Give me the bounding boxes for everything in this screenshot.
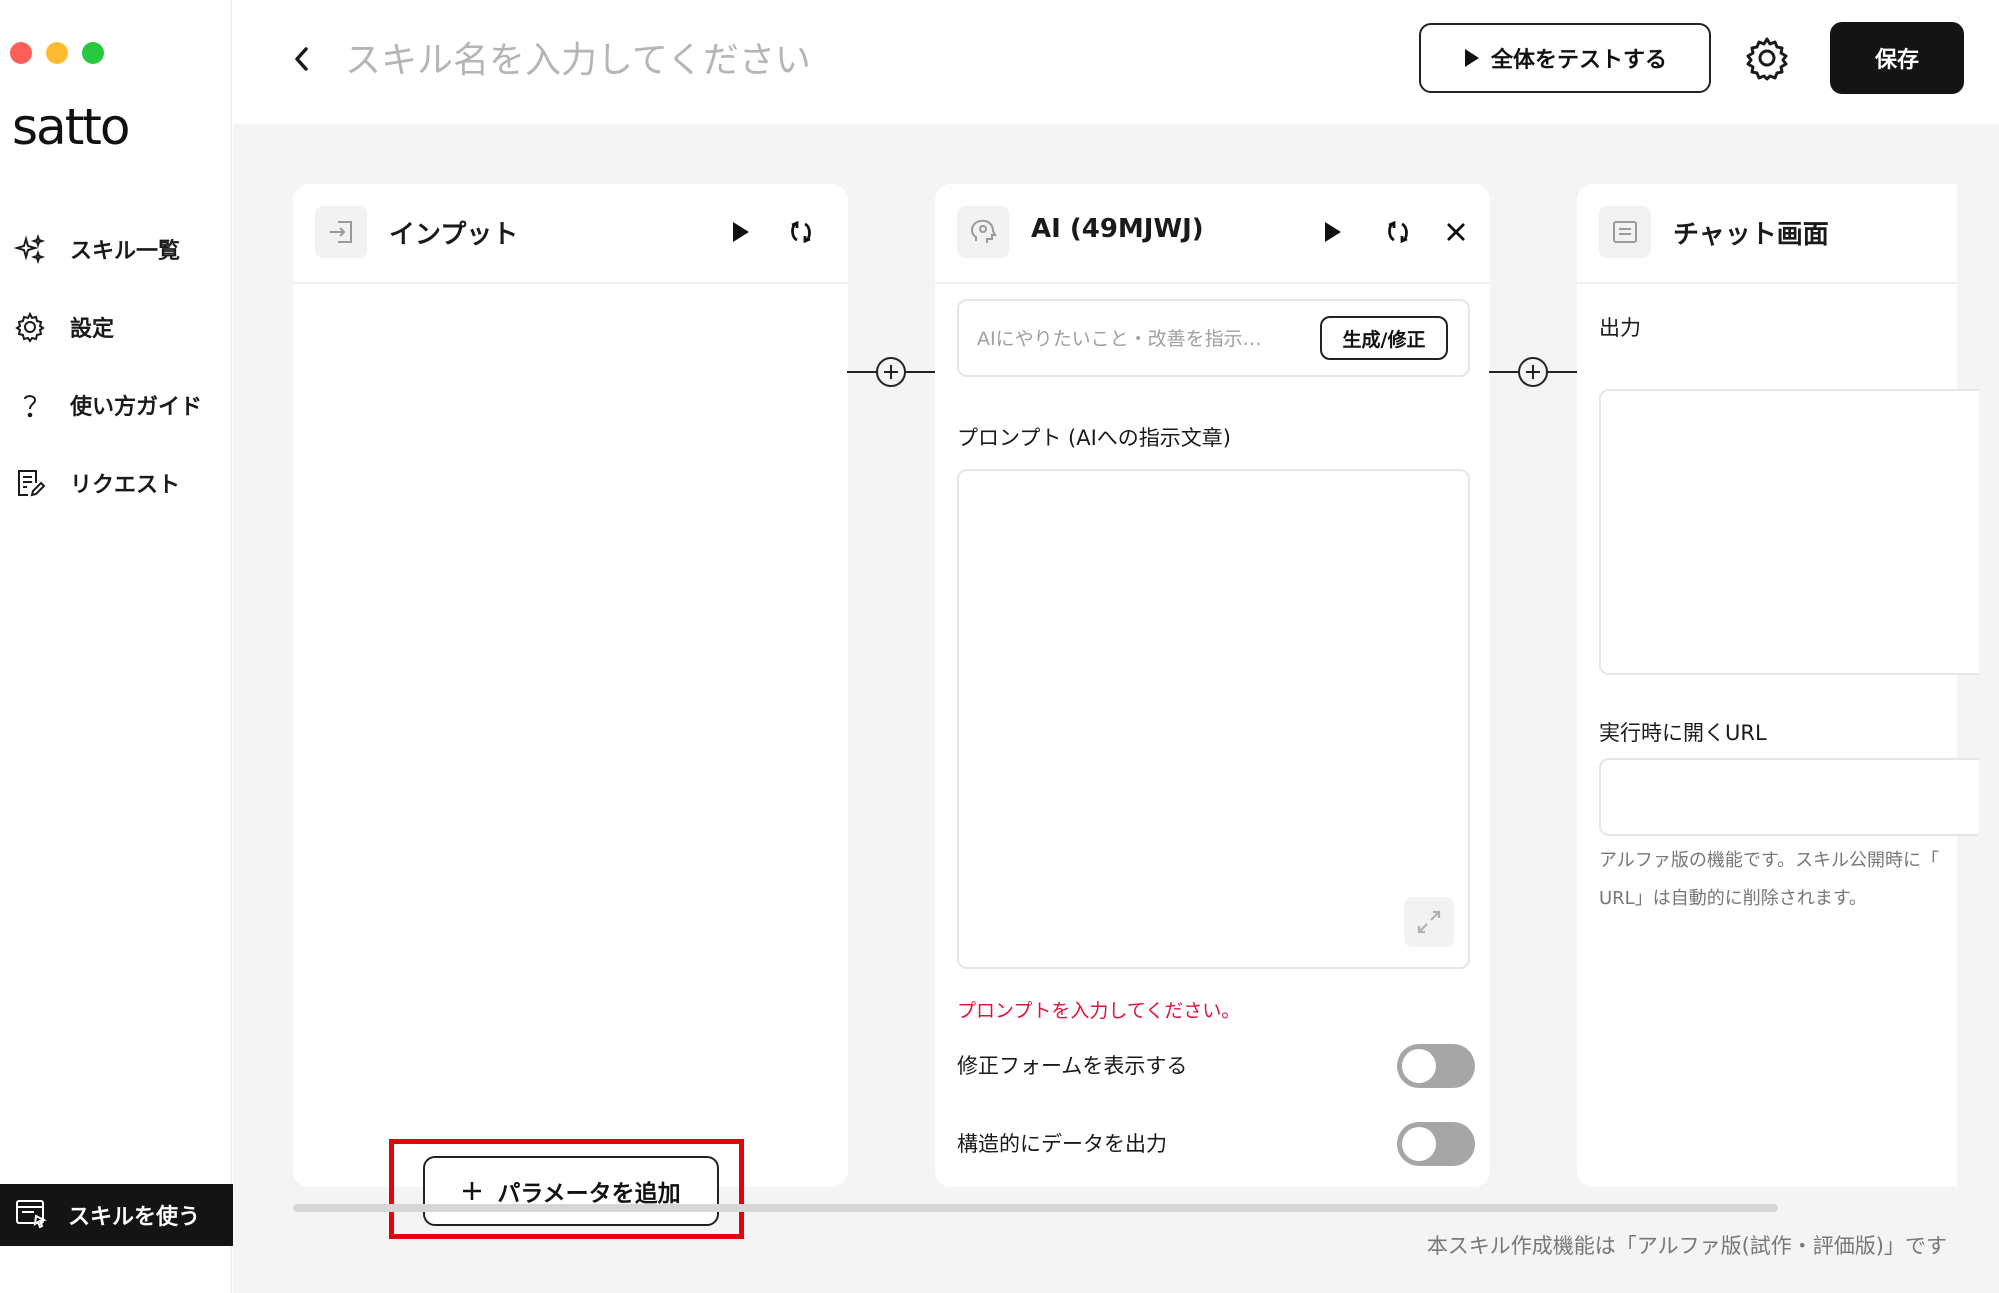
window-controls — [10, 42, 104, 64]
sidebar-item-settings[interactable]: 設定 — [12, 288, 202, 366]
play-icon — [1464, 49, 1479, 67]
alpha-feature-note-line1: アルファ版の機能です。スキル公開時に「 — [1599, 850, 1940, 871]
add-node-connector[interactable] — [1489, 354, 1577, 390]
ai-brain-icon — [957, 206, 1009, 258]
add-parameter-button[interactable]: パラメータを追加 — [423, 1156, 719, 1226]
sidebar-item-label: スキル一覧 — [70, 239, 181, 264]
input-icon — [315, 206, 367, 258]
alpha-version-notice: 本スキル作成機能は「アルファ版(試作・評価版)」です — [1426, 1234, 1947, 1258]
input-card-title: インプット — [389, 220, 519, 250]
test-all-label: 全体をテストする — [1490, 48, 1667, 73]
play-icon — [733, 222, 749, 242]
test-all-button[interactable]: 全体をテストする — [1419, 23, 1711, 93]
reset-input-button[interactable] — [783, 214, 819, 250]
output-label: 出力 — [1599, 316, 1641, 340]
sparkles-icon — [12, 231, 48, 267]
sidebar-nav: スキル一覧 設定 使い方ガイド リクエスト — [12, 210, 202, 522]
add-node-connector[interactable] — [847, 354, 935, 390]
refresh-icon — [1388, 220, 1408, 244]
app-window: satto スキル一覧 設定 使い方ガイド リクエスト スキルを使う スキル名を… — [0, 0, 1999, 1293]
plus-icon — [463, 1182, 482, 1200]
back-button[interactable] — [285, 42, 319, 76]
structured-output-toggle[interactable] — [1397, 1122, 1475, 1166]
save-button[interactable]: 保存 — [1830, 22, 1964, 94]
expand-button[interactable] — [1404, 897, 1454, 947]
app-logo: satto — [12, 98, 130, 156]
run-ai-button[interactable] — [1315, 214, 1351, 250]
ai-instruction-box: 生成/修正 — [957, 299, 1470, 377]
output-field[interactable] — [1599, 389, 1979, 675]
alpha-feature-note-line2: URL」は自動的に削除されます。 — [1599, 888, 1867, 909]
open-url-input[interactable] — [1599, 758, 1979, 836]
prompt-textarea[interactable] — [957, 469, 1470, 969]
use-skill-label: スキルを使う — [68, 1205, 201, 1230]
open-url-label: 実行時に開くURL — [1599, 721, 1767, 745]
ai-card: AI (49MJWJ) 生成/修正 プロンプト (AIへの指 — [935, 184, 1490, 1187]
show-form-toggle[interactable] — [1397, 1044, 1475, 1088]
expand-icon — [1417, 910, 1441, 934]
sidebar-item-skill-list[interactable]: スキル一覧 — [12, 210, 202, 288]
show-form-label: 修正フォームを表示する — [957, 1054, 1188, 1078]
sidebar-item-label: リクエスト — [70, 473, 181, 498]
close-icon — [1447, 223, 1465, 241]
sidebar-item-label: 使い方ガイド — [70, 395, 203, 420]
play-icon — [1325, 222, 1341, 242]
prompt-error-message: プロンプトを入力してください。 — [957, 1000, 1241, 1022]
close-window-button[interactable] — [10, 42, 32, 64]
add-parameter-label: パラメータを追加 — [497, 1181, 681, 1207]
document-edit-icon — [12, 465, 48, 501]
skill-window-icon — [14, 1196, 48, 1234]
structured-output-label: 構造的にデータを出力 — [957, 1132, 1167, 1156]
chevron-left-icon — [295, 47, 308, 71]
reset-ai-button[interactable] — [1380, 214, 1416, 250]
delete-ai-button[interactable] — [1438, 214, 1474, 250]
ai-instruction-input[interactable] — [977, 321, 1297, 357]
input-card: インプット パラメータを追加 — [293, 184, 848, 1239]
question-icon — [12, 387, 48, 423]
prompt-label: プロンプト (AIへの指示文章) — [957, 426, 1231, 450]
sidebar-item-request[interactable]: リクエスト — [12, 444, 202, 522]
gear-icon — [1746, 37, 1788, 81]
sidebar: satto スキル一覧 設定 使い方ガイド リクエスト スキルを使う — [0, 0, 262, 1293]
input-card-header: インプット — [293, 184, 848, 284]
ai-card-title[interactable]: AI (49MJWJ) — [1031, 214, 1204, 244]
run-input-button[interactable] — [723, 214, 759, 250]
skill-name-input[interactable] — [345, 32, 1065, 88]
skill-settings-button[interactable] — [1743, 34, 1791, 82]
zoom-window-button[interactable] — [82, 42, 104, 64]
generate-button[interactable]: 生成/修正 — [1320, 316, 1448, 360]
alpha-feature-note: アルファ版の機能です。スキル公開時に「 URL」は自動的に削除されます。 — [1599, 842, 1959, 918]
use-skill-button[interactable]: スキルを使う — [0, 1184, 262, 1246]
chat-card: チャット画面 出力 実行時に開くURL アルファ版の機能です。スキル公開時に「 … — [1577, 184, 1979, 1187]
editor-header: 全体をテストする 保存 — [233, 0, 1999, 124]
refresh-icon — [791, 220, 811, 244]
gear-icon — [12, 309, 48, 345]
sidebar-item-guide[interactable]: 使い方ガイド — [12, 366, 202, 444]
horizontal-scrollbar[interactable] — [293, 1204, 1778, 1212]
ai-card-header: AI (49MJWJ) — [935, 184, 1490, 284]
minimize-window-button[interactable] — [46, 42, 68, 64]
sidebar-item-label: 設定 — [70, 317, 115, 342]
chat-card-header: チャット画面 — [1577, 184, 1957, 284]
chat-card-title: チャット画面 — [1673, 220, 1829, 250]
chat-window-icon — [1599, 206, 1651, 258]
flow-canvas: インプット パラメータを追加 AI (49MJWJ) AIにやりたいこと・改善を… — [233, 124, 1999, 1293]
